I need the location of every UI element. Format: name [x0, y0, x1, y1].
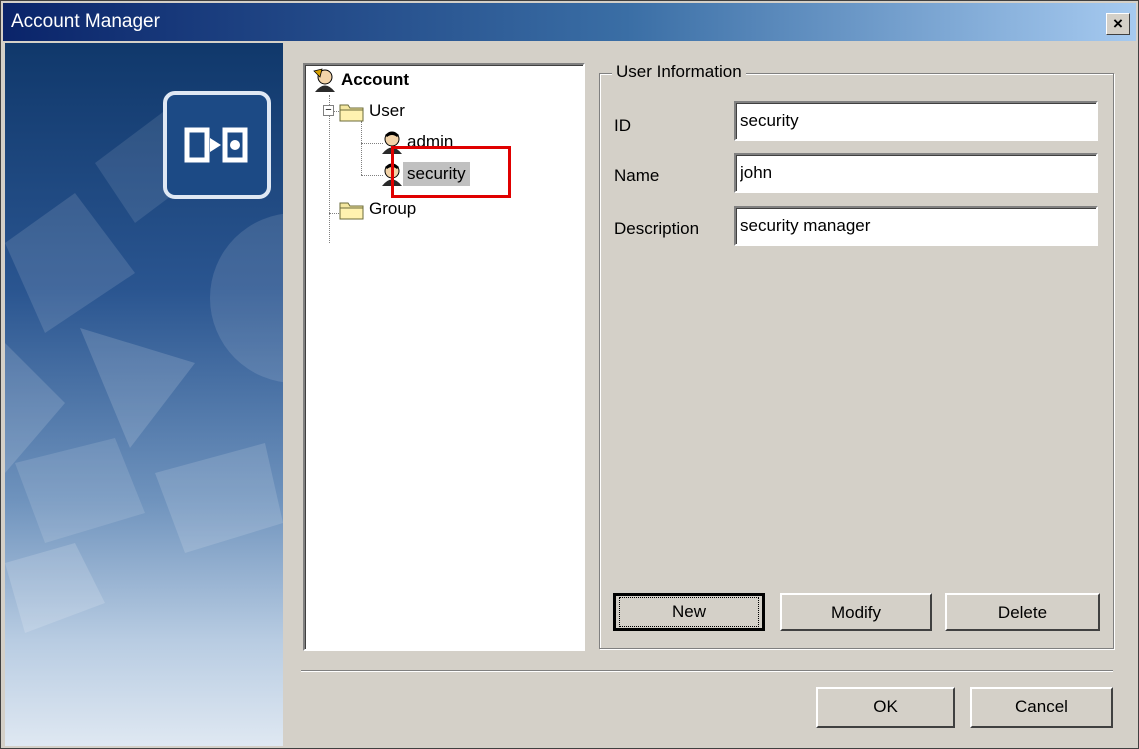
- footer-separator: [301, 670, 1113, 672]
- group-folder-label: Group: [369, 199, 417, 218]
- modify-button[interactable]: Modify: [780, 593, 932, 631]
- tree-connector: [361, 121, 362, 175]
- window-title: Account Manager: [11, 11, 160, 32]
- group-title: User Information: [612, 62, 746, 82]
- account-label: Account: [341, 70, 409, 89]
- name-field[interactable]: [734, 153, 1098, 193]
- selection-highlight-box: [391, 146, 511, 198]
- tree-connector: [329, 95, 330, 243]
- tree-root-account[interactable]: Account: [311, 67, 413, 93]
- collapse-user-toggle[interactable]: −: [323, 105, 334, 116]
- cancel-button[interactable]: Cancel: [970, 687, 1113, 728]
- close-button[interactable]: ×: [1106, 13, 1130, 35]
- user-information-group: User Information ID Name Description New…: [599, 62, 1114, 649]
- description-label: Description: [614, 219, 700, 238]
- id-label: ID: [614, 116, 631, 135]
- title-bar[interactable]: Account Manager ×: [3, 3, 1136, 41]
- id-field[interactable]: [734, 101, 1098, 141]
- account-icon: [313, 68, 335, 92]
- new-button-label: New: [618, 597, 759, 627]
- new-button[interactable]: New: [613, 593, 765, 631]
- tree-folder-user[interactable]: User: [339, 99, 409, 123]
- folder-icon: [339, 202, 364, 220]
- side-banner: [5, 43, 283, 746]
- account-manager-window: Account Manager × − Account User admin s…: [0, 0, 1139, 749]
- tree-folder-group[interactable]: Group: [339, 197, 420, 221]
- description-field[interactable]: [734, 206, 1098, 246]
- user-folder-label: User: [369, 101, 405, 120]
- delete-button[interactable]: Delete: [945, 593, 1100, 631]
- banner-graphic: [5, 91, 283, 633]
- folder-icon: [339, 104, 364, 122]
- name-label: Name: [614, 166, 660, 185]
- ok-button[interactable]: OK: [816, 687, 955, 728]
